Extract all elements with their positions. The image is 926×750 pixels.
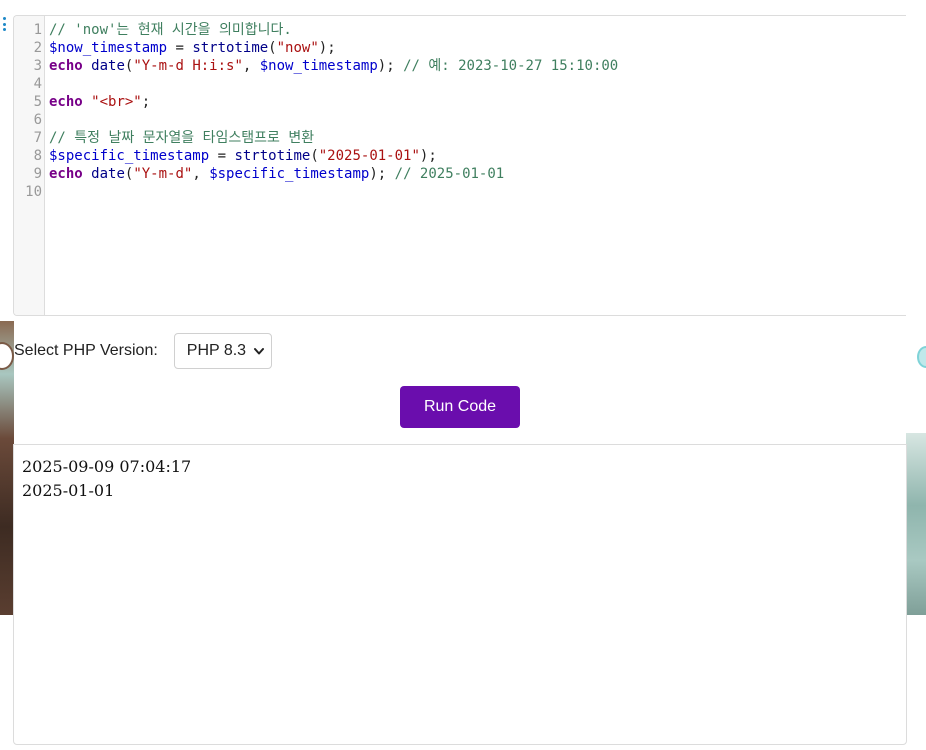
version-label: Select PHP Version: xyxy=(14,342,158,359)
output-line: 2025-09-09 07:04:17 xyxy=(22,457,192,476)
code-line: 7 // 특정 날짜 문자열을 타임스탬프로 변환 xyxy=(14,129,906,147)
line-number: 5 xyxy=(33,94,42,110)
vertical-dots-icon[interactable] xyxy=(2,17,6,31)
code-token: "Y-m-d" xyxy=(133,166,193,182)
code-token: // 2025-01-01 xyxy=(394,166,505,182)
code-token: ; xyxy=(141,94,151,110)
code-token: echo xyxy=(49,166,83,182)
code-line: 8 $specific_timestamp = strtotime("2025-0… xyxy=(14,147,906,165)
line-number: 6 xyxy=(33,112,42,128)
code-token: strtotime xyxy=(192,40,269,56)
code-text: // 'now'는 현재 시간을 의미합니다. xyxy=(49,21,292,39)
code-token: strtotime xyxy=(234,148,311,164)
line-number: 7 xyxy=(33,130,42,146)
code-line: 3 echo date("Y-m-d H:i:s", $now_timestamp… xyxy=(14,57,906,75)
code-token: $specific_timestamp xyxy=(209,166,370,182)
code-line: 9 echo date("Y-m-d", $specific_timestamp)… xyxy=(14,165,906,183)
code-token: ( xyxy=(310,148,319,164)
line-number: 8 xyxy=(33,148,42,164)
line-number: 9 xyxy=(33,166,42,182)
code-token: = xyxy=(209,148,235,164)
code-line: 4 xyxy=(14,75,906,93)
line-number: 2 xyxy=(33,40,42,56)
line-number: 3 xyxy=(33,58,42,74)
code-line: 1 // 'now'는 현재 시간을 의미합니다. xyxy=(14,21,906,39)
code-line: 5 echo "<br>"; xyxy=(14,93,906,111)
code-token: = xyxy=(167,40,193,56)
code-token: "2025-01-01" xyxy=(318,148,420,164)
code-text: // 특정 날짜 문자열을 타임스탬프로 변환 xyxy=(49,129,314,147)
code-line: 10 xyxy=(14,183,906,201)
code-text: $specific_timestamp = strtotime("2025-01… xyxy=(49,147,437,165)
editor-lines: 1 // 'now'는 현재 시간을 의미합니다. 2 $now_timestamp … xyxy=(14,21,906,201)
code-token: // 'now'는 현재 시간을 의미합니다. xyxy=(49,22,292,38)
code-token: ); xyxy=(369,166,395,182)
code-token: // 특정 날짜 문자열을 타임스탬프로 변환 xyxy=(49,130,315,146)
code-token: ( xyxy=(268,40,277,56)
code-token: "Y-m-d H:i:s" xyxy=(133,58,243,74)
code-token: ); xyxy=(318,40,336,56)
line-number: 4 xyxy=(33,76,42,92)
code-token: , xyxy=(242,58,260,74)
output-line: 2025-01-01 xyxy=(22,481,115,500)
code-token: ); xyxy=(419,148,437,164)
code-line: 6 xyxy=(14,111,906,129)
code-line: 2 $now_timestamp = strtotime("now"); xyxy=(14,39,906,57)
version-selected-value: PHP 8.3 xyxy=(186,342,247,359)
code-token: echo xyxy=(49,94,83,110)
code-token: , xyxy=(192,166,210,182)
run-code-button[interactable]: Run Code xyxy=(400,386,520,428)
code-text: echo "<br>"; xyxy=(49,93,150,111)
code-token: echo xyxy=(49,58,83,74)
code-token: date xyxy=(91,166,125,182)
code-text: echo date("Y-m-d H:i:s", $now_timestamp)… xyxy=(49,57,618,75)
version-row: Select PHP Version: PHP 8.3 xyxy=(14,333,272,369)
chevron-down-icon xyxy=(253,348,264,355)
code-text: echo date("Y-m-d", $specific_timestamp);… xyxy=(49,165,504,183)
code-token: ); xyxy=(377,58,404,74)
code-token: date xyxy=(91,58,125,74)
php-version-select[interactable]: PHP 8.3 xyxy=(173,333,272,369)
code-token: "now" xyxy=(276,40,319,56)
code-token: // 예: 2023-10-27 15:10:00 xyxy=(403,58,619,74)
code-text: $now_timestamp = strtotime("now"); xyxy=(49,39,336,57)
code-token: $now_timestamp xyxy=(49,40,168,56)
line-number: 10 xyxy=(25,184,42,200)
background-image-right xyxy=(906,433,926,615)
code-editor[interactable]: 1 // 'now'는 현재 시간을 의미합니다. 2 $now_timestamp … xyxy=(13,15,906,316)
code-token: $now_timestamp xyxy=(259,58,378,74)
output-panel: 2025-09-09 07:04:17 2025-01-01 xyxy=(13,444,907,745)
line-number: 1 xyxy=(33,22,42,38)
code-token: "<br>" xyxy=(91,94,142,110)
code-token: $specific_timestamp xyxy=(49,148,210,164)
